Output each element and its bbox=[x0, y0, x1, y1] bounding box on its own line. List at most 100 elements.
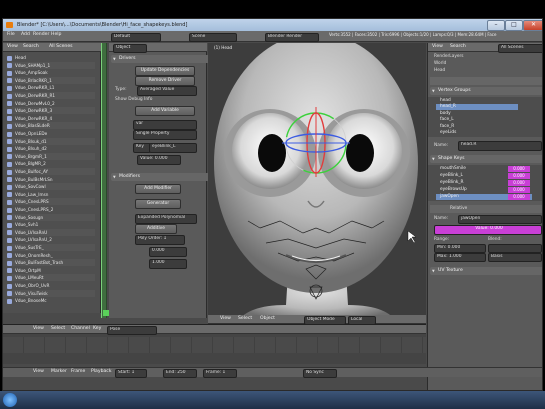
show-debug-checkbox[interactable]: Show Debug Info bbox=[115, 97, 152, 102]
channel-row[interactable]: Vdue_Bulfoc_AY bbox=[7, 168, 95, 175]
channel-row[interactable]: Vdue_BnoseMc bbox=[7, 297, 95, 304]
channel-search-menu[interactable]: Search bbox=[23, 44, 39, 49]
vertex-group-item[interactable]: face_L bbox=[436, 117, 518, 123]
channel-row[interactable]: Vdue_BrgmR_1 bbox=[7, 152, 95, 160]
channel-row[interactable]: Vdue_AmpSoak bbox=[7, 69, 95, 76]
start-button-icon[interactable] bbox=[3, 393, 17, 407]
poly-order-field[interactable]: Poly Order: 1 bbox=[135, 235, 185, 245]
add-variable-button[interactable]: Add Variable bbox=[135, 106, 195, 116]
dope-mode-select[interactable]: Pose bbox=[107, 326, 157, 335]
drivers-panel-header[interactable]: Drivers bbox=[111, 55, 213, 63]
dope-view-menu[interactable]: View bbox=[33, 326, 44, 331]
coefficient-1-field[interactable]: 1.000 bbox=[149, 259, 187, 269]
menu-render[interactable]: Render bbox=[33, 32, 49, 37]
channel-row[interactable]: Vdue_Law_Imsn bbox=[7, 191, 95, 198]
timeline-frame-menu[interactable]: Frame bbox=[71, 369, 85, 374]
shape-key-item[interactable]: mouthSmile 0.000 bbox=[436, 166, 532, 172]
dope-select-menu[interactable]: Select bbox=[51, 326, 65, 331]
additive-toggle[interactable]: Additive bbox=[135, 224, 177, 234]
minimize-button[interactable]: – bbox=[487, 20, 505, 31]
shape-key-item[interactable]: eyeBrowsUp 0.000 bbox=[436, 187, 532, 193]
shape-key-item[interactable]: jawOpen 0.000 bbox=[436, 194, 532, 200]
properties-tabs[interactable] bbox=[430, 77, 542, 85]
channel-row[interactable]: Vdue_BulBsMrLSn bbox=[7, 176, 95, 183]
maximize-button[interactable]: □ bbox=[505, 20, 523, 31]
channel-row[interactable]: Vdue_DerwRKR_R1 bbox=[7, 92, 95, 99]
transform-orientation-select[interactable]: Local bbox=[348, 316, 376, 324]
tree-head[interactable]: Head bbox=[434, 68, 445, 73]
channel-row[interactable]: Vdue_BulFastBot_Trash bbox=[7, 259, 95, 267]
right-view-menu[interactable]: View bbox=[432, 44, 443, 49]
shape-key-value[interactable]: 0.000 bbox=[508, 194, 530, 200]
range-min-field[interactable]: Min: 0.000 bbox=[434, 244, 486, 253]
shape-key-list[interactable]: mouthSmile 0.000 eyeBlink_L 0.000 eyeBlink_R… bbox=[428, 165, 542, 201]
vertex-group-item[interactable]: eyeLids bbox=[436, 130, 518, 136]
shape-name-field[interactable]: jawOpen bbox=[458, 215, 542, 224]
dope-channel-menu[interactable]: Channel bbox=[71, 326, 90, 331]
generator-modifier[interactable]: Generator bbox=[135, 199, 181, 209]
shape-key-value[interactable]: 0.000 bbox=[508, 180, 530, 186]
tree-world[interactable]: World bbox=[434, 61, 446, 66]
channel-row[interactable]: Vdue_DerwMvL0_2 bbox=[7, 100, 95, 107]
vertex-group-list[interactable]: head head_R body face_L face_R eyeLids bbox=[428, 97, 542, 137]
channel-row[interactable]: Vdue_VisuTwisk bbox=[7, 289, 95, 297]
shape-key-item[interactable]: eyeBlink_R 0.000 bbox=[436, 180, 532, 186]
close-button[interactable]: ✕ bbox=[523, 20, 542, 31]
channel-row[interactable]: Vdue_SovCowl bbox=[7, 183, 95, 191]
timeline-marker-menu[interactable]: Marker bbox=[51, 369, 67, 374]
channel-row[interactable]: Vdue_BrlacRKR_1 bbox=[7, 76, 95, 84]
coefficient-0-field[interactable]: 0.000 bbox=[149, 247, 187, 257]
channel-row[interactable]: Vdue_SHAMp1_1 bbox=[7, 61, 95, 69]
channel-row[interactable]: Vdue_LVIsaRnU_2 bbox=[7, 236, 95, 243]
sync-mode-select[interactable]: No Sync bbox=[303, 369, 337, 378]
menu-add[interactable]: Add bbox=[21, 32, 30, 37]
vertex-groups-header[interactable]: Vertex Groups bbox=[430, 87, 542, 95]
shape-keys-header[interactable]: Shape Keys bbox=[430, 155, 542, 163]
display-mode-select[interactable]: All Scenes bbox=[498, 44, 542, 53]
mode-selector[interactable]: Object bbox=[113, 44, 147, 53]
channel-row[interactable]: Head bbox=[7, 54, 95, 61]
channel-row[interactable]: Vdue_OpnLEDe bbox=[7, 130, 95, 137]
channel-row[interactable]: Vdue_Svh1 bbox=[7, 221, 95, 228]
variable-name-field[interactable]: var bbox=[133, 120, 197, 130]
channel-row[interactable]: Vdue_Sosugn bbox=[7, 213, 95, 221]
blend-vertex-group[interactable] bbox=[488, 244, 542, 253]
render-engine-selector[interactable]: Blender Render bbox=[265, 33, 319, 42]
keyframe-area[interactable] bbox=[3, 337, 426, 353]
channel-row[interactable]: Vdue_CnesLPRS_2 bbox=[7, 206, 95, 213]
viewport-view-menu[interactable]: View bbox=[220, 316, 231, 321]
channel-row[interactable]: Vdue_Blsuh_d2 bbox=[7, 145, 95, 152]
channel-filter-menu[interactable]: All Scenes bbox=[49, 44, 73, 49]
shape-key-value[interactable]: 0.000 bbox=[508, 166, 530, 172]
layout-selector[interactable]: Default bbox=[111, 33, 161, 42]
vertex-group-item[interactable]: head_R bbox=[436, 104, 518, 111]
current-frame-field[interactable]: Frame: 1 bbox=[203, 369, 237, 378]
channel-row[interactable]: Vdue_SusTrE_ bbox=[7, 244, 95, 251]
object-mode-select[interactable]: Object Mode bbox=[304, 316, 346, 324]
shape-value-slider[interactable]: Value: 0.000 bbox=[434, 225, 542, 235]
shape-key-value[interactable]: 0.000 bbox=[508, 173, 530, 179]
channel-row[interactable]: Vdue_BlgMR_2 bbox=[7, 160, 95, 167]
channel-view-menu[interactable]: View bbox=[7, 44, 18, 49]
vertex-group-item[interactable]: face_R bbox=[436, 124, 518, 130]
channel-row[interactable]: Vdue_BlasSLdeR bbox=[7, 122, 95, 130]
channel-row[interactable]: Vdue_DerwRKR_3 bbox=[7, 107, 95, 115]
right-search-menu[interactable]: Search bbox=[450, 44, 466, 49]
channel-row[interactable]: Vdue_Blsuk_d1 bbox=[7, 137, 95, 145]
prop-path-field[interactable]: eyeBlink_L bbox=[149, 143, 197, 153]
relative-key-field[interactable]: Basis bbox=[488, 253, 542, 262]
range-max-field[interactable]: Max: 1.000 bbox=[434, 253, 486, 262]
remove-driver-button[interactable]: Remove Driver bbox=[135, 76, 195, 86]
timeline-view-menu[interactable]: View bbox=[33, 369, 44, 374]
modifiers-panel-header[interactable]: Modifiers bbox=[111, 173, 213, 181]
scene-selector[interactable]: Scene bbox=[189, 33, 237, 42]
relative-toggle[interactable]: Relative bbox=[450, 206, 467, 211]
tree-renderlayers[interactable]: RenderLayers bbox=[434, 54, 464, 59]
shape-key-tools[interactable]: Relative bbox=[430, 205, 542, 213]
viewport-select-menu[interactable]: Select bbox=[238, 316, 252, 321]
3d-viewport[interactable]: (1) Head View Select Object Object Mode … bbox=[208, 43, 426, 324]
vertex-group-item[interactable]: body bbox=[436, 111, 518, 117]
channel-row[interactable]: Vdue_ObrO_UvR bbox=[7, 282, 95, 289]
channel-row[interactable]: Vdue_DerwRKR_L1 bbox=[7, 84, 95, 91]
dopesheet-timeline[interactable]: View Select Channel Key Pose bbox=[3, 324, 426, 364]
